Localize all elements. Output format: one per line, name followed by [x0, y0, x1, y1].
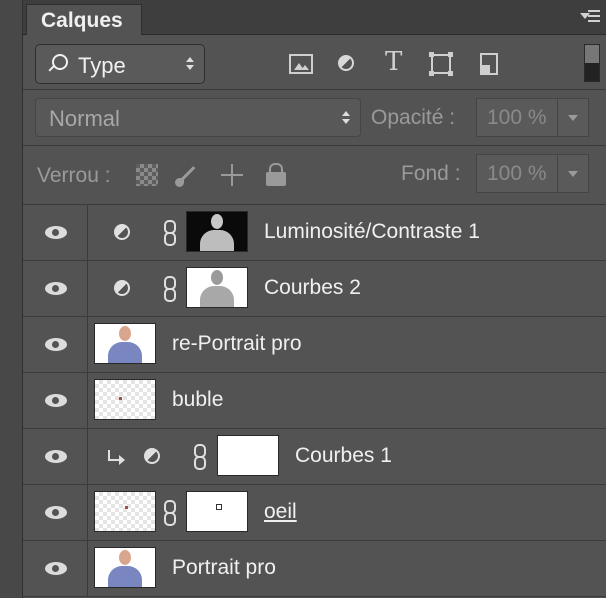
- link-icon[interactable]: [163, 500, 177, 526]
- layer-thumbnail[interactable]: [94, 379, 156, 420]
- fill-label: Fond :: [401, 162, 461, 185]
- adjustment-layer-filter-icon[interactable]: [338, 55, 354, 71]
- opacity-field[interactable]: 100 %: [476, 98, 589, 137]
- eye-icon[interactable]: [45, 338, 67, 351]
- lock-position-icon[interactable]: [219, 162, 245, 188]
- fill-value: 100 %: [487, 162, 547, 185]
- search-icon: [52, 54, 68, 70]
- layers-panel: Calques Type T Normal Opacité : 100 % Ve…: [23, 0, 606, 598]
- layer-row[interactable]: buble: [23, 373, 606, 429]
- lock-image-pixels-icon[interactable]: [173, 164, 203, 188]
- layer-name[interactable]: re-Portrait pro: [172, 332, 302, 356]
- adjustment-layer-icon: [144, 448, 160, 464]
- eye-icon[interactable]: [45, 506, 67, 519]
- adjustment-layer-icon: [114, 224, 130, 240]
- panel-menu-icon[interactable]: [580, 10, 602, 24]
- layer-thumbnail[interactable]: [94, 491, 156, 532]
- visibility-cell[interactable]: [23, 317, 88, 372]
- visibility-cell[interactable]: [23, 261, 88, 316]
- visibility-cell[interactable]: [23, 373, 88, 428]
- chevron-down-icon[interactable]: [557, 155, 588, 192]
- visibility-cell[interactable]: [23, 205, 88, 260]
- layer-mask-thumbnail[interactable]: [186, 211, 248, 252]
- opacity-label: Opacité :: [371, 106, 456, 129]
- chevron-down-icon[interactable]: [557, 99, 588, 136]
- panel-tab-bar: Calques: [23, 0, 606, 35]
- link-icon[interactable]: [193, 444, 207, 470]
- eye-icon[interactable]: [45, 562, 67, 575]
- layer-name[interactable]: Luminosité/Contraste 1: [264, 220, 480, 244]
- clipping-mask-icon: [108, 450, 125, 465]
- eye-icon[interactable]: [45, 450, 67, 463]
- tab-layers[interactable]: Calques: [26, 4, 142, 35]
- layer-name[interactable]: Portrait pro: [172, 556, 276, 580]
- eye-icon[interactable]: [45, 226, 67, 239]
- layer-name[interactable]: Courbes 2: [264, 276, 361, 300]
- visibility-cell[interactable]: [23, 429, 88, 484]
- visibility-cell[interactable]: [23, 541, 88, 596]
- layer-row[interactable]: oeil: [23, 485, 606, 541]
- layer-mask-thumbnail[interactable]: [186, 491, 248, 532]
- fill-field[interactable]: 100 %: [476, 154, 589, 193]
- layer-thumbnail[interactable]: [94, 323, 156, 364]
- layer-row[interactable]: Courbes 2: [23, 261, 606, 317]
- blend-mode-select[interactable]: Normal: [35, 98, 361, 137]
- lock-transparent-pixels-icon[interactable]: [136, 164, 158, 186]
- blend-mode-label: Normal: [49, 106, 120, 131]
- type-layer-filter-icon[interactable]: T: [385, 47, 411, 77]
- layer-name[interactable]: buble: [172, 388, 223, 412]
- updown-arrows-icon: [186, 57, 194, 71]
- layer-thumbnail[interactable]: [94, 547, 156, 588]
- left-dock-strip: [0, 0, 23, 598]
- smart-object-filter-icon[interactable]: [480, 53, 498, 75]
- layer-mask-thumbnail[interactable]: [186, 267, 248, 308]
- layer-row[interactable]: Luminosité/Contraste 1: [23, 205, 606, 261]
- divider: [23, 145, 606, 146]
- link-icon[interactable]: [163, 220, 177, 246]
- layer-mask-thumbnail[interactable]: [217, 435, 279, 476]
- filter-kind-select[interactable]: Type: [35, 44, 205, 84]
- adjustment-layer-icon: [114, 280, 130, 296]
- layer-row[interactable]: re-Portrait pro: [23, 317, 606, 373]
- layer-row[interactable]: Portrait pro: [23, 541, 606, 597]
- layer-name[interactable]: oeil: [264, 500, 297, 524]
- layer-name[interactable]: Courbes 1: [295, 444, 392, 468]
- tab-layers-label: Calques: [41, 9, 123, 32]
- filter-toggle-switch[interactable]: [584, 44, 600, 82]
- visibility-cell[interactable]: [23, 485, 88, 540]
- eye-icon[interactable]: [45, 282, 67, 295]
- layer-row[interactable]: Courbes 1: [23, 429, 606, 485]
- link-icon[interactable]: [163, 276, 177, 302]
- shape-layer-filter-icon[interactable]: [429, 52, 453, 76]
- updown-arrows-icon: [342, 111, 350, 125]
- pixel-layer-filter-icon[interactable]: [289, 54, 313, 74]
- opacity-value: 100 %: [487, 106, 547, 129]
- lock-all-icon[interactable]: [266, 163, 286, 186]
- lock-label: Verrou :: [37, 164, 111, 187]
- filter-kind-label: Type: [78, 53, 126, 78]
- divider: [23, 89, 606, 90]
- eye-icon[interactable]: [45, 394, 67, 407]
